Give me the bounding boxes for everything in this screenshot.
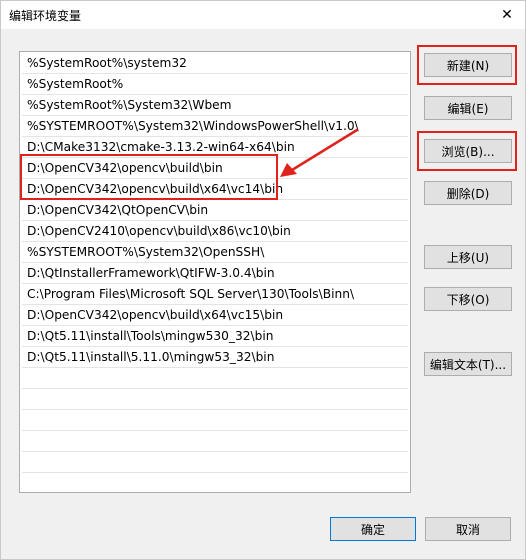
list-item[interactable]: D:\OpenCV342\opencv\build\bin <box>22 158 408 179</box>
list-item-empty[interactable] <box>22 431 408 452</box>
cancel-button[interactable]: 取消 <box>425 517 511 541</box>
list-item-empty[interactable] <box>22 389 408 410</box>
edit-env-var-dialog: 编辑环境变量 ✕ %SystemRoot%\system32 %SystemRo… <box>0 0 526 560</box>
browse-button[interactable]: 浏览(B)... <box>424 139 512 163</box>
list-item-empty[interactable] <box>22 473 408 491</box>
list-item[interactable]: %SystemRoot% <box>22 74 408 95</box>
move-up-button[interactable]: 上移(U) <box>424 245 512 269</box>
list-item[interactable]: D:\CMake3132\cmake-3.13.2-win64-x64\bin <box>22 137 408 158</box>
title-bar: 编辑环境变量 ✕ <box>1 1 525 29</box>
list-item[interactable]: %SystemRoot%\system32 <box>22 53 408 74</box>
list-item[interactable]: D:\OpenCV342\opencv\build\x64\vc15\bin <box>22 305 408 326</box>
list-item[interactable]: D:\OpenCV342\opencv\build\x64\vc14\bin <box>22 179 408 200</box>
list-item-empty[interactable] <box>22 452 408 473</box>
move-down-button[interactable]: 下移(O) <box>424 287 512 311</box>
edit-button[interactable]: 编辑(E) <box>424 96 512 120</box>
close-icon[interactable]: ✕ <box>489 1 525 29</box>
list-item-empty[interactable] <box>22 368 408 389</box>
list-item[interactable]: %SystemRoot%\System32\Wbem <box>22 95 408 116</box>
list-item[interactable]: D:\Qt5.11\install\Tools\mingw530_32\bin <box>22 326 408 347</box>
ok-button[interactable]: 确定 <box>330 517 416 541</box>
list-item-empty[interactable] <box>22 410 408 431</box>
list-item[interactable]: C:\Program Files\Microsoft SQL Server\13… <box>22 284 408 305</box>
delete-button[interactable]: 删除(D) <box>424 181 512 205</box>
path-list[interactable]: %SystemRoot%\system32 %SystemRoot% %Syst… <box>19 51 411 493</box>
list-item[interactable]: %SYSTEMROOT%\System32\OpenSSH\ <box>22 242 408 263</box>
list-item[interactable]: D:\OpenCV2410\opencv\build\x86\vc10\bin <box>22 221 408 242</box>
list-item[interactable]: %SYSTEMROOT%\System32\WindowsPowerShell\… <box>22 116 408 137</box>
list-item[interactable]: D:\QtInstallerFramework\QtIFW-3.0.4\bin <box>22 263 408 284</box>
list-item[interactable]: D:\OpenCV342\QtOpenCV\bin <box>22 200 408 221</box>
new-button[interactable]: 新建(N) <box>424 53 512 77</box>
window-title: 编辑环境变量 <box>9 9 82 23</box>
list-item[interactable]: D:\Qt5.11\install\5.11.0\mingw53_32\bin <box>22 347 408 368</box>
edit-text-button[interactable]: 编辑文本(T)... <box>424 352 512 376</box>
